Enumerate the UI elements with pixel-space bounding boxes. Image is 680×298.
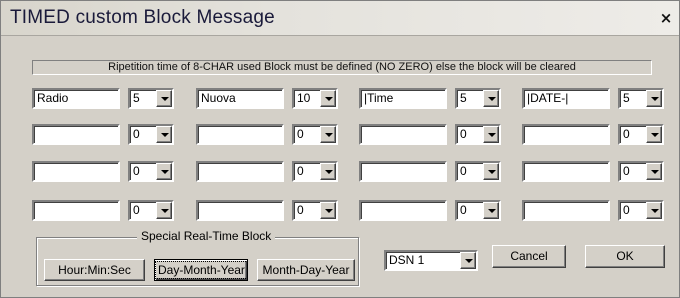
repeat-time-select[interactable]: 0 — [292, 161, 338, 182]
dsn-select[interactable]: DSN 1 — [384, 250, 478, 271]
chevron-down-icon[interactable] — [646, 126, 662, 143]
repeat-time-select[interactable]: 5 — [128, 88, 174, 109]
block-text-field[interactable] — [522, 161, 610, 182]
repeat-time-value: 10 — [297, 91, 311, 105]
chevron-down-icon[interactable] — [483, 90, 499, 107]
chevron-down-icon[interactable] — [646, 163, 662, 180]
block-text-field[interactable] — [522, 124, 610, 145]
hour-min-sec-button[interactable]: Hour:Min:Sec — [44, 259, 145, 281]
block-text-field[interactable] — [359, 200, 447, 221]
chevron-down-icon[interactable] — [646, 90, 662, 107]
chevron-down-icon[interactable] — [156, 126, 172, 143]
block-text-field[interactable]: Radio — [32, 88, 120, 109]
special-realtime-group: Special Real-Time Block Hour:Min:Sec Day… — [36, 229, 359, 286]
ok-button[interactable]: OK — [585, 245, 665, 268]
day-month-year-label: Day-Month-Year — [155, 261, 248, 279]
repeat-time-select[interactable]: 0 — [128, 161, 174, 182]
block-text-field[interactable]: |Time — [359, 88, 447, 109]
repeat-time-select[interactable]: 0 — [455, 161, 501, 182]
notice-text: Ripetition time of 8-CHAR used Block mus… — [32, 60, 652, 75]
repeat-time-select[interactable]: 5 — [455, 88, 501, 109]
chevron-down-icon[interactable] — [646, 202, 662, 219]
repeat-time-select[interactable]: 0 — [455, 124, 501, 145]
chevron-down-icon[interactable] — [156, 90, 172, 107]
repeat-time-value: 5 — [460, 91, 467, 105]
repeat-time-value: 0 — [623, 203, 630, 217]
repeat-time-select[interactable]: 0 — [292, 124, 338, 145]
block-text-field[interactable] — [196, 200, 284, 221]
repeat-time-value: 0 — [133, 127, 140, 141]
repeat-time-value: 5 — [133, 91, 140, 105]
block-text-field[interactable]: Nuova — [196, 88, 284, 109]
special-realtime-label: Special Real-Time Block — [137, 229, 276, 243]
repeat-time-value: 0 — [297, 203, 304, 217]
block-text-field[interactable] — [196, 124, 284, 145]
title-bar[interactable]: TIMED custom Block Message × — [1, 1, 679, 36]
cancel-button[interactable]: Cancel — [492, 245, 566, 268]
repeat-time-select[interactable]: 0 — [455, 200, 501, 221]
month-day-year-button[interactable]: Month-Day-Year — [257, 259, 355, 281]
chevron-down-icon[interactable] — [320, 126, 336, 143]
repeat-time-value: 0 — [460, 203, 467, 217]
chevron-down-icon[interactable] — [460, 252, 476, 269]
repeat-time-value: 0 — [297, 127, 304, 141]
repeat-time-value: 0 — [460, 127, 467, 141]
repeat-time-value: 0 — [623, 127, 630, 141]
repeat-time-value: 0 — [133, 203, 140, 217]
block-text-field[interactable]: |DATE-| — [522, 88, 610, 109]
block-text-field[interactable] — [196, 161, 284, 182]
repeat-time-value: 0 — [297, 164, 304, 178]
block-text-field[interactable] — [32, 161, 120, 182]
repeat-time-select[interactable]: 0 — [618, 200, 664, 221]
repeat-time-value: 0 — [133, 164, 140, 178]
close-icon[interactable]: × — [657, 10, 675, 27]
repeat-time-select[interactable]: 0 — [618, 124, 664, 145]
chevron-down-icon[interactable] — [483, 202, 499, 219]
repeat-time-value: 0 — [623, 164, 630, 178]
repeat-time-value: 5 — [623, 91, 630, 105]
repeat-time-select[interactable]: 0 — [128, 200, 174, 221]
block-text-field[interactable] — [359, 161, 447, 182]
block-text-field[interactable] — [32, 200, 120, 221]
repeat-time-select[interactable]: 5 — [618, 88, 664, 109]
repeat-time-value: 0 — [460, 164, 467, 178]
chevron-down-icon[interactable] — [320, 90, 336, 107]
timed-block-dialog: TIMED custom Block Message × Ripetition … — [0, 0, 680, 298]
chevron-down-icon[interactable] — [483, 126, 499, 143]
repeat-time-select[interactable]: 0 — [128, 124, 174, 145]
chevron-down-icon[interactable] — [156, 163, 172, 180]
repeat-time-select[interactable]: 0 — [292, 200, 338, 221]
chevron-down-icon[interactable] — [156, 202, 172, 219]
repeat-time-select[interactable]: 10 — [292, 88, 338, 109]
dsn-select-value: DSN 1 — [389, 253, 425, 267]
block-text-field[interactable] — [32, 124, 120, 145]
chevron-down-icon[interactable] — [483, 163, 499, 180]
block-text-field[interactable] — [522, 200, 610, 221]
chevron-down-icon[interactable] — [320, 163, 336, 180]
day-month-year-button[interactable]: Day-Month-Year — [154, 259, 248, 281]
repeat-time-select[interactable]: 0 — [618, 161, 664, 182]
chevron-down-icon[interactable] — [320, 202, 336, 219]
window-title: TIMED custom Block Message — [10, 7, 275, 28]
block-text-field[interactable] — [359, 124, 447, 145]
